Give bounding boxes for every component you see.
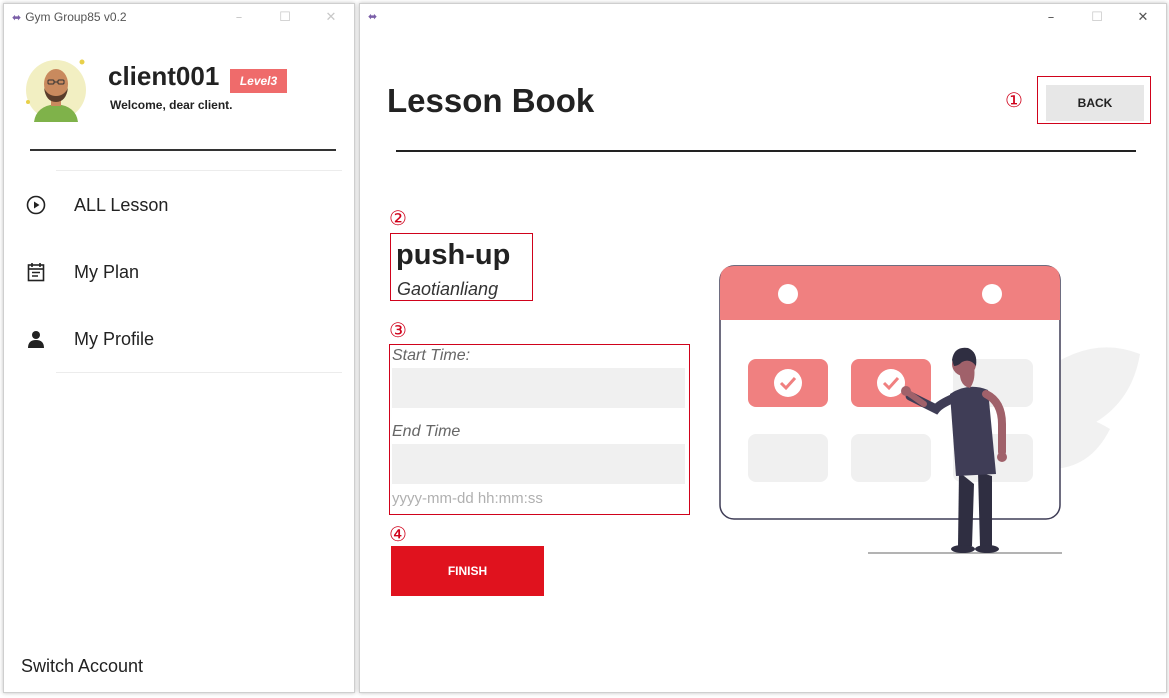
dumbbell-logo-icon: ⬌ xyxy=(12,10,22,24)
page-title: Lesson Book xyxy=(387,82,595,119)
divider xyxy=(56,372,342,373)
close-icon[interactable]: ✕ xyxy=(1120,4,1166,30)
main-window: ⬌ – ☐ ✕ Lesson Book ① BACK ② push-up Gao… xyxy=(359,3,1167,693)
sidebar-window: ⬌ Gym Group85 v0.2 – ☐ ✕ client001 Level… xyxy=(3,3,355,693)
username: client001 xyxy=(108,61,220,91)
format-hint: yyyy-mm-dd hh:mm:ss xyxy=(392,490,543,507)
sidebar-item-all-lesson[interactable]: ALL Lesson xyxy=(24,185,324,225)
start-time-label: Start Time: xyxy=(392,347,471,364)
start-time-input[interactable] xyxy=(392,368,685,408)
close-icon[interactable]: ✕ xyxy=(308,4,354,30)
minimize-icon[interactable]: – xyxy=(1028,4,1074,30)
sidebar-item-label: My Profile xyxy=(74,328,155,349)
annotation-marker: ④ xyxy=(389,522,407,546)
welcome-text: Welcome, dear client. xyxy=(110,98,233,112)
switch-account-link[interactable]: Switch Account xyxy=(21,656,143,677)
back-button[interactable]: BACK xyxy=(1046,85,1144,121)
divider xyxy=(30,149,336,151)
finish-button[interactable]: FINISH xyxy=(391,546,544,596)
calendar-icon xyxy=(24,260,48,284)
annotation-marker: ① xyxy=(1005,88,1023,112)
sidebar-item-my-plan[interactable]: My Plan xyxy=(24,252,324,292)
calendar-booking-illustration xyxy=(719,265,1140,554)
end-time-label: End Time xyxy=(392,423,461,440)
divider xyxy=(396,150,1136,152)
teacher-name: Gaotianliang xyxy=(397,279,499,299)
divider xyxy=(56,170,342,171)
level-badge: Level3 xyxy=(230,69,287,93)
window-title: Gym Group85 v0.2 xyxy=(25,10,127,24)
avatar xyxy=(26,59,86,122)
person-icon xyxy=(24,327,48,351)
maximize-icon[interactable]: ☐ xyxy=(262,4,308,30)
minimize-icon[interactable]: – xyxy=(216,4,262,30)
maximize-icon[interactable]: ☐ xyxy=(1074,4,1120,30)
lesson-name: push-up xyxy=(396,239,511,271)
dumbbell-logo-icon: ⬌ xyxy=(368,10,378,23)
annotation-marker: ② xyxy=(389,206,407,230)
end-time-input[interactable] xyxy=(392,444,685,484)
play-circle-icon xyxy=(24,193,48,217)
window-controls: – ☐ ✕ xyxy=(216,4,354,30)
sidebar-item-my-profile[interactable]: My Profile xyxy=(24,319,324,359)
sidebar-item-label: My Plan xyxy=(74,261,140,282)
window-controls: – ☐ ✕ xyxy=(1028,4,1166,30)
sidebar-item-label: ALL Lesson xyxy=(74,194,169,215)
annotation-marker: ③ xyxy=(389,318,407,342)
